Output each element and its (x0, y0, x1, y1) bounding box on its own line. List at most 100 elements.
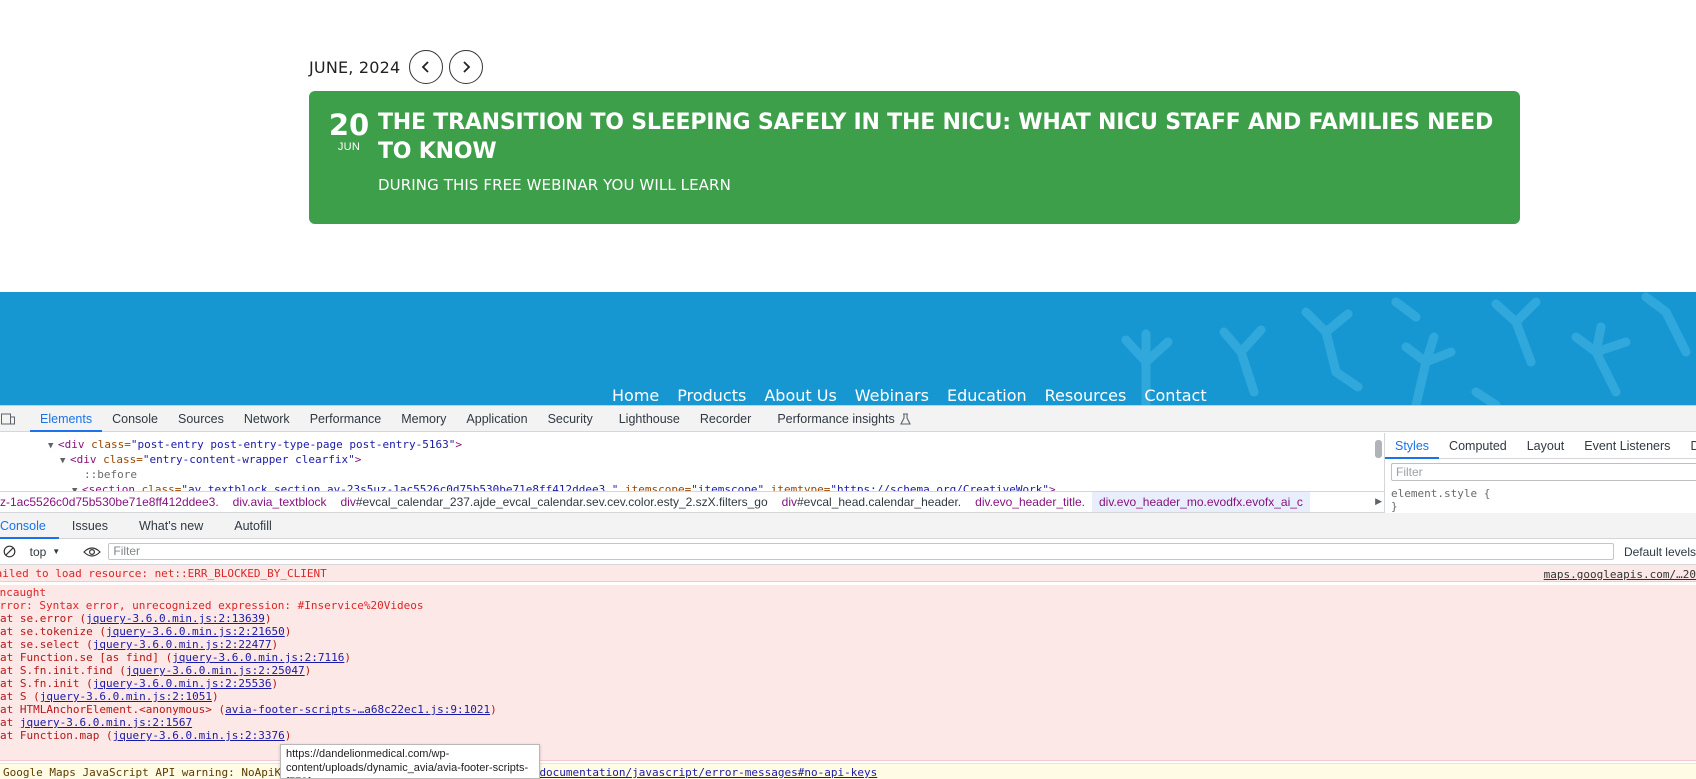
error-source-link[interactable]: maps.googleapis.com/…20 (1544, 568, 1696, 581)
stack-frame: at Function.map (jquery-3.6.0.min.js:2:3… (0, 729, 292, 742)
breadcrumb-item[interactable]: div#evcal_head.calendar_header. (775, 492, 968, 512)
tab-application[interactable]: Application (456, 406, 537, 432)
tab-performance-insights[interactable]: Performance insights (761, 406, 920, 432)
footer-link-webinars[interactable]: Webinars (855, 386, 929, 405)
stack-link[interactable]: jquery-3.6.0.min.js:2:25536 (93, 677, 272, 690)
prev-month-button[interactable] (409, 50, 444, 84)
tab-console[interactable]: Console (102, 406, 168, 432)
warning-link[interactable]: documentation/javascript/error-messages#… (539, 766, 877, 779)
tab-sources[interactable]: Sources (168, 406, 234, 432)
tab-network[interactable]: Network (234, 406, 300, 432)
console-error-uncaught: Uncaught Error: Syntax error, unrecogniz… (0, 585, 1696, 761)
drawer-tab-whats-new[interactable]: What's new (121, 513, 216, 539)
stack-frame: at jquery-3.6.0.min.js:2:1567 (0, 716, 193, 729)
error-text: Failed to load resource: net::ERR_BLOCKE… (0, 567, 327, 580)
tab-styles[interactable]: Styles (1385, 433, 1440, 459)
calendar-header: JUNE, 2024 (309, 50, 489, 84)
eye-icon (82, 546, 101, 557)
dom-tree-scrollbar[interactable] (1375, 440, 1382, 458)
month-title: JUNE, 2024 (309, 57, 401, 77)
tab-lighthouse[interactable]: Lighthouse (603, 406, 690, 432)
console-warning-maps: Google Maps JavaScript API warning: NoAp… (0, 763, 1696, 779)
footer-band: Home Products About Us Webinars Educatio… (0, 292, 1696, 405)
footer-nav: Home Products About Us Webinars Educatio… (612, 386, 1207, 405)
footer-link-contact[interactable]: Contact (1144, 386, 1206, 405)
footer-link-education[interactable]: Education (947, 386, 1027, 405)
context-selector[interactable]: top ▼ (30, 545, 69, 559)
styles-filter-input[interactable]: Filter (1391, 463, 1696, 481)
event-subtitle: DURING THIS FREE WEBINAR YOU WILL LEARN (378, 176, 731, 194)
dom-node-before[interactable]: ::before (84, 467, 137, 482)
stack-link[interactable]: jquery-3.6.0.min.js:2:13639 (86, 612, 265, 625)
drawer-tab-issues[interactable]: Issues (59, 513, 121, 539)
breadcrumb: z-1ac5526c0d75b530be71e8ff412ddee3. div.… (0, 491, 1384, 513)
breadcrumb-item[interactable]: div#evcal_calendar_237.ajde_evcal_calend… (334, 492, 775, 512)
stack-frame: at se.select (jquery-3.6.0.min.js:2:2247… (0, 638, 279, 651)
device-toolbar-toggle[interactable] (0, 406, 30, 432)
stack-link[interactable]: jquery-3.6.0.min.js:2:1051 (40, 690, 212, 703)
stack-link[interactable]: jquery-3.6.0.min.js:2:1567 (20, 716, 192, 729)
next-month-button[interactable] (449, 50, 484, 84)
stack-frame: at S (jquery-3.6.0.min.js:2:1051) (0, 690, 219, 703)
styles-tabs: Styles Computed Layout Event Listeners D… (1385, 433, 1696, 459)
footer-link-resources[interactable]: Resources (1045, 386, 1127, 405)
drawer-tab-console[interactable]: Console (0, 513, 59, 539)
event-date: 20 JUN (327, 110, 371, 153)
tab-computed[interactable]: Computed (1439, 433, 1517, 459)
element-style-rule[interactable]: element.style { } (1391, 487, 1696, 513)
footer-link-about-us[interactable]: About Us (764, 386, 836, 405)
footer-link-home[interactable]: Home (612, 386, 659, 405)
devtools-panel: Elements Console Sources Network Perform… (0, 405, 1696, 779)
tab-recorder[interactable]: Recorder (690, 406, 761, 432)
tab-security[interactable]: Security (538, 406, 603, 432)
tab-performance[interactable]: Performance (300, 406, 392, 432)
stack-frame: at S.fn.init.find (jquery-3.6.0.min.js:2… (0, 664, 312, 677)
element-style-close: } (1391, 500, 1398, 513)
dom-tree[interactable]: ▼ <div class="post-entry post-entry-type-… (0, 433, 1368, 491)
event-title[interactable]: THE TRANSITION TO SLEEPING SAFELY IN THE… (378, 108, 1498, 166)
breadcrumb-scroll-right-icon[interactable]: ▶ (1375, 496, 1382, 507)
stack-frame: at se.error (jquery-3.6.0.min.js:2:13639… (0, 612, 272, 625)
live-expression-button[interactable] (82, 546, 105, 558)
expanded-triangle-icon[interactable]: ▼ (60, 454, 70, 469)
stack-link[interactable]: jquery-3.6.0.min.js:2:25047 (126, 664, 305, 677)
breadcrumb-item[interactable]: div.avia_textblock (226, 492, 334, 512)
stack-frame: at HTMLAnchorElement.<anonymous> (avia-f… (0, 703, 497, 716)
expanded-triangle-icon[interactable]: ▼ (72, 484, 82, 491)
stack-frame: at se.tokenize (jquery-3.6.0.min.js:2:21… (0, 625, 292, 638)
tab-elements[interactable]: Elements (30, 406, 103, 432)
log-levels-dropdown[interactable]: Default levels (1624, 545, 1696, 559)
dropdown-arrow-icon: ▼ (52, 547, 61, 556)
tab-dom[interactable]: DOM (1680, 433, 1696, 459)
context-label: top (29, 544, 47, 559)
stack-trace: at se.error (jquery-3.6.0.min.js:2:13639… (0, 612, 1696, 742)
stack-link[interactable]: jquery-3.6.0.min.js:2:21650 (106, 625, 285, 638)
tab-layout[interactable]: Layout (1517, 433, 1575, 459)
console-filter-input[interactable]: Filter (108, 543, 1614, 560)
event-card[interactable]: 20 JUN THE TRANSITION TO SLEEPING SAFELY… (309, 91, 1520, 224)
stack-link[interactable]: jquery-3.6.0.min.js:2:22477 (93, 638, 272, 651)
link-tooltip: https://dandelionmedical.com/wp-content/… (280, 744, 540, 779)
breadcrumb-item[interactable]: z-1ac5526c0d75b530be71e8ff412ddee3. (0, 492, 226, 512)
console-error-blocked: Failed to load resource: net::ERR_BLOCKE… (0, 565, 1696, 582)
breadcrumb-item-selected[interactable]: div.evo_header_mo.evodfx.evofx_ai_c (1092, 492, 1310, 512)
clear-console-button[interactable] (0, 545, 20, 558)
breadcrumb-item[interactable]: div.evo_header_title. (968, 492, 1092, 512)
styles-pane: Styles Computed Layout Event Listeners D… (1384, 433, 1696, 513)
event-month: JUN (337, 141, 361, 153)
error-message: Error: Syntax error, unrecognized expres… (0, 599, 424, 612)
drawer-tab-autofill[interactable]: Autofill (216, 513, 285, 539)
tab-memory[interactable]: Memory (391, 406, 456, 432)
stack-link[interactable]: jquery-3.6.0.min.js:2:7116 (172, 651, 344, 664)
web-page: JUNE, 2024 20 JUN THE TRANSITION TO SLEE… (0, 0, 1696, 405)
stack-link[interactable]: jquery-3.6.0.min.js:2:3376 (113, 729, 285, 742)
stack-link[interactable]: avia-footer-scripts-…a68c22ec1.js:9:1021 (225, 703, 490, 716)
footer-link-products[interactable]: Products (677, 386, 746, 405)
drawer-tabs: Console Issues What's new Autofill (0, 513, 1696, 539)
tab-event-listeners[interactable]: Event Listeners (1574, 433, 1680, 459)
console-messages: Failed to load resource: net::ERR_BLOCKE… (0, 565, 1696, 779)
uncaught-label: Uncaught (0, 586, 46, 599)
stack-frame: at Function.se [as find] (jquery-3.6.0.m… (0, 651, 351, 664)
expanded-triangle-icon[interactable]: ▼ (48, 439, 58, 454)
dom-node-section[interactable]: ▼ <section class="av_textblock_section av… (72, 482, 1056, 491)
